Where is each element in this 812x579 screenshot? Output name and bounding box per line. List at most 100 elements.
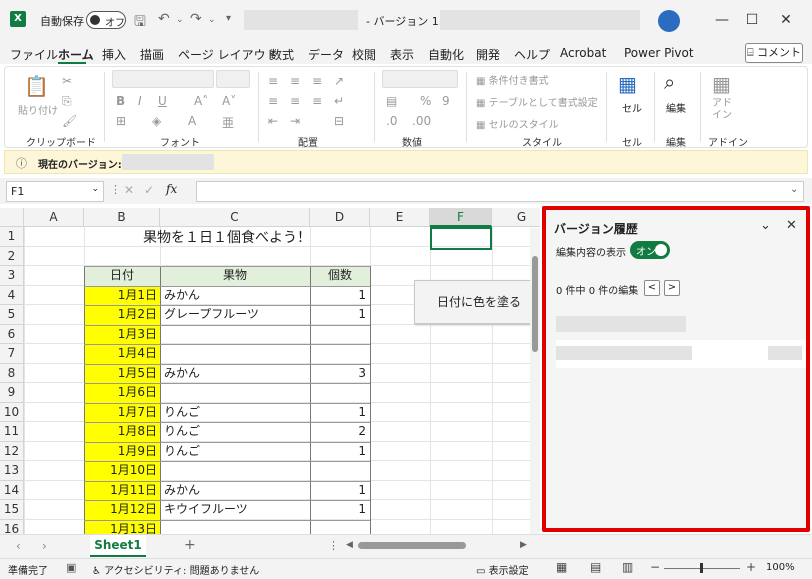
undo-dropdown-icon[interactable]: ⌄ [176, 15, 184, 25]
merge-center-icon[interactable]: ⊟ [334, 114, 344, 128]
find-icon[interactable]: ⌕ [664, 70, 675, 94]
column-header-g[interactable]: G [492, 208, 540, 227]
column-header-e[interactable]: E [370, 208, 430, 227]
row-header[interactable]: 16 [0, 519, 24, 534]
tab-developer[interactable]: 開発 [476, 46, 500, 63]
count-cell[interactable] [311, 325, 369, 345]
count-cell[interactable]: 3 [311, 364, 369, 384]
cells-label[interactable]: セル [622, 100, 642, 115]
color-dates-button[interactable]: 日付に色を塗る [414, 280, 540, 324]
header-fruit[interactable]: 果物 [160, 266, 310, 286]
page-break-view-icon[interactable]: ▥ [622, 560, 633, 574]
italic-icon[interactable]: I [138, 94, 142, 108]
decrease-indent-icon[interactable]: ⇤ [268, 114, 278, 128]
date-cell[interactable]: 1月8日 [84, 422, 160, 442]
fruit-cell[interactable] [161, 344, 309, 364]
row-header[interactable]: 2 [0, 246, 24, 266]
tab-view[interactable]: 表示 [390, 46, 414, 63]
version-entry[interactable] [556, 340, 806, 368]
scroll-right-icon[interactable]: ▶ [520, 540, 527, 550]
font-name-box[interactable] [112, 70, 214, 88]
row-header[interactable]: 14 [0, 480, 24, 500]
tab-help[interactable]: ヘルプ [514, 46, 550, 63]
zoom-level[interactable]: 100% [766, 562, 795, 573]
increase-indent-icon[interactable]: ⇥ [290, 114, 300, 128]
row-header[interactable]: 13 [0, 461, 24, 481]
date-cell[interactable]: 1月7日 [84, 402, 160, 422]
tab-home[interactable]: ホーム [58, 46, 94, 63]
addins-icon[interactable]: ▦ [712, 72, 731, 96]
scroll-left-icon[interactable]: ◀ [346, 540, 353, 550]
tab-acrobat[interactable]: Acrobat [560, 46, 606, 60]
cut-icon[interactable]: ✂ [62, 74, 72, 88]
header-count[interactable]: 個数 [310, 266, 370, 286]
increase-decimal-icon[interactable]: .0 [386, 114, 397, 128]
decrease-font-icon[interactable]: A˅ [222, 94, 236, 108]
addins-button-label[interactable]: アド イン [712, 98, 732, 122]
column-header-f[interactable]: F [430, 208, 492, 227]
comment-button[interactable]: ⌸ コメント [745, 43, 803, 63]
date-cell[interactable]: 1月13日 [84, 519, 160, 534]
date-cell[interactable]: 1月9日 [84, 441, 160, 461]
account-avatar[interactable] [658, 10, 680, 32]
name-box[interactable]: F1 ⌄ [6, 181, 104, 202]
zoom-slider-thumb[interactable] [700, 563, 703, 573]
date-cell[interactable]: 1月11日 [84, 480, 160, 500]
normal-view-icon[interactable]: ▦ [556, 560, 567, 574]
fruit-cell[interactable]: みかん [161, 364, 309, 384]
add-sheet-button[interactable]: + [184, 537, 196, 553]
number-format-box[interactable] [382, 70, 458, 88]
paste-icon[interactable]: 📋 [24, 74, 49, 98]
tab-page-layout[interactable]: ページ レイアウト [178, 46, 278, 63]
count-cell[interactable] [311, 383, 369, 403]
row-header[interactable]: 10 [0, 402, 24, 422]
date-cell[interactable]: 1月2日 [84, 305, 160, 325]
align-center-icon[interactable]: ≡ [290, 94, 300, 108]
count-cell[interactable]: 1 [311, 286, 369, 306]
count-cell[interactable]: 1 [311, 500, 369, 520]
enter-icon[interactable]: ✓ [144, 183, 154, 197]
bold-icon[interactable]: B [116, 94, 125, 108]
column-header-c[interactable]: C [160, 208, 310, 227]
cancel-icon[interactable]: ✕ [124, 183, 134, 197]
tab-automate[interactable]: 自動化 [428, 46, 464, 63]
tab-draw[interactable]: 描画 [140, 46, 164, 63]
increase-font-icon[interactable]: A˄ [194, 94, 208, 108]
count-cell[interactable]: 1 [311, 403, 369, 423]
chevron-down-icon[interactable]: ⌄ [760, 218, 771, 233]
row-header[interactable]: 1 [0, 227, 24, 247]
fruit-cell[interactable]: りんご [161, 403, 309, 423]
row-header[interactable]: 11 [0, 422, 24, 442]
percent-icon[interactable]: % [420, 94, 431, 108]
row-header[interactable]: 3 [0, 266, 24, 286]
redo-dropdown-icon[interactable]: ⌄ [208, 15, 216, 25]
previous-edit-button[interactable]: < [644, 280, 660, 296]
select-all-corner[interactable] [0, 208, 24, 227]
row-header[interactable]: 5 [0, 305, 24, 325]
column-header-a[interactable]: A [24, 208, 84, 227]
fruit-cell[interactable]: みかん [161, 286, 309, 306]
editing-label[interactable]: 編集 [666, 100, 686, 115]
column-header-b[interactable]: B [84, 208, 160, 227]
previous-sheet-icon[interactable]: ‹ [16, 539, 21, 553]
display-settings-button[interactable]: ▭ 表示設定 [476, 562, 529, 577]
row-header[interactable]: 8 [0, 363, 24, 383]
font-size-box[interactable] [216, 70, 250, 88]
date-cell[interactable]: 1月10日 [84, 461, 160, 481]
tab-file[interactable]: ファイル [10, 46, 58, 63]
sheet-tab-sheet1[interactable]: Sheet1 [90, 535, 146, 557]
next-edit-button[interactable]: > [664, 280, 680, 296]
conditional-format-button[interactable]: ▦ 条件付き書式 [476, 72, 549, 87]
align-bottom-icon[interactable]: ≡ [312, 74, 322, 88]
row-header[interactable]: 6 [0, 324, 24, 344]
currency-icon[interactable]: ▤ [386, 94, 397, 108]
row-header[interactable]: 7 [0, 344, 24, 364]
format-as-table-button[interactable]: ▦ テーブルとして書式設定 [476, 94, 598, 109]
row-header[interactable]: 12 [0, 441, 24, 461]
vertical-scrollbar[interactable] [530, 228, 540, 534]
save-icon[interactable]: 🖫 [134, 11, 146, 35]
fruit-cell[interactable]: りんご [161, 422, 309, 442]
date-cell[interactable]: 1月6日 [84, 383, 160, 403]
count-cell[interactable]: 1 [311, 442, 369, 462]
fruit-cell[interactable]: りんご [161, 442, 309, 462]
